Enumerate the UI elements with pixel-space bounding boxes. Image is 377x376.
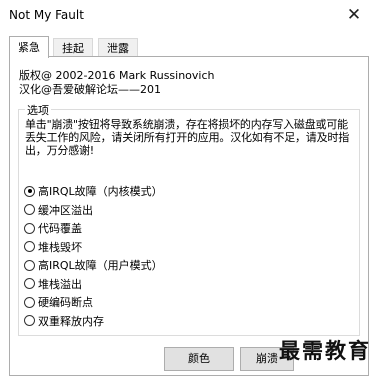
option-high-irql-user[interactable]: 高IRQL故障（用户模式）: [24, 256, 163, 275]
radio-icon[interactable]: [24, 315, 35, 327]
option-label: 高IRQL故障（用户模式）: [38, 259, 163, 273]
option-label: 堆栈毁坏: [38, 240, 82, 254]
title-bar: Not My Fault ✕: [0, 0, 377, 30]
radio-selected-icon[interactable]: [24, 185, 35, 197]
option-code-overwrite[interactable]: 代码覆盖: [24, 219, 163, 238]
tab-leak[interactable]: 泄露: [98, 38, 138, 58]
option-high-irql-kernel[interactable]: 高IRQL故障（内核模式）: [24, 182, 163, 201]
options-group: 选项 单击"崩溃"按钮将导致系统崩溃，存在将损坏的内存写入磁盘或可能丢失工作的风…: [18, 102, 360, 336]
radio-icon[interactable]: [24, 259, 35, 271]
color-button[interactable]: 颜色: [164, 347, 234, 371]
tab-panel: 版权@ 2002-2016 Mark Russinovich 汉化@吾爱破解论坛…: [9, 56, 369, 376]
option-hardcoded-breakpoint[interactable]: 硬编码断点: [24, 293, 163, 312]
option-stack-overflow[interactable]: 堆栈溢出: [24, 275, 163, 294]
tab-emergency[interactable]: 紧急: [9, 36, 49, 58]
localization-line: 汉化@吾爱破解论坛——201: [19, 83, 161, 96]
copyright-line: 版权@ 2002-2016 Mark Russinovich: [19, 69, 215, 82]
option-label: 硬编码断点: [38, 296, 93, 310]
option-stack-trash[interactable]: 堆栈毁坏: [24, 238, 163, 257]
window-title: Not My Fault: [9, 8, 84, 22]
tab-hang[interactable]: 挂起: [53, 38, 93, 58]
crash-type-options: 高IRQL故障（内核模式） 缓冲区溢出 代码覆盖 堆栈毁坏 高IRQL故障（用户…: [24, 182, 163, 330]
radio-icon[interactable]: [24, 278, 35, 290]
option-double-free[interactable]: 双重释放内存: [24, 312, 163, 331]
close-icon[interactable]: ✕: [331, 0, 377, 30]
copyright-block: 版权@ 2002-2016 Mark Russinovich 汉化@吾爱破解论坛…: [19, 69, 215, 97]
radio-icon[interactable]: [24, 222, 35, 234]
radio-icon[interactable]: [24, 241, 35, 253]
radio-icon[interactable]: [24, 296, 35, 308]
radio-icon[interactable]: [24, 204, 35, 216]
option-label: 缓冲区溢出: [38, 203, 93, 217]
option-label: 双重释放内存: [38, 314, 104, 328]
crash-description: 单击"崩溃"按钮将导致系统崩溃，存在将损坏的内存写入磁盘或可能丢失工作的风险，请…: [25, 118, 349, 157]
option-buffer-overflow[interactable]: 缓冲区溢出: [24, 201, 163, 220]
option-label: 高IRQL故障（内核模式）: [38, 185, 163, 199]
options-group-label: 选项: [25, 102, 51, 118]
tab-strip: 紧急 挂起 泄露: [9, 36, 368, 58]
watermark-logo: 最需教育: [279, 338, 371, 363]
option-label: 堆栈溢出: [38, 277, 82, 291]
option-label: 代码覆盖: [38, 222, 82, 236]
